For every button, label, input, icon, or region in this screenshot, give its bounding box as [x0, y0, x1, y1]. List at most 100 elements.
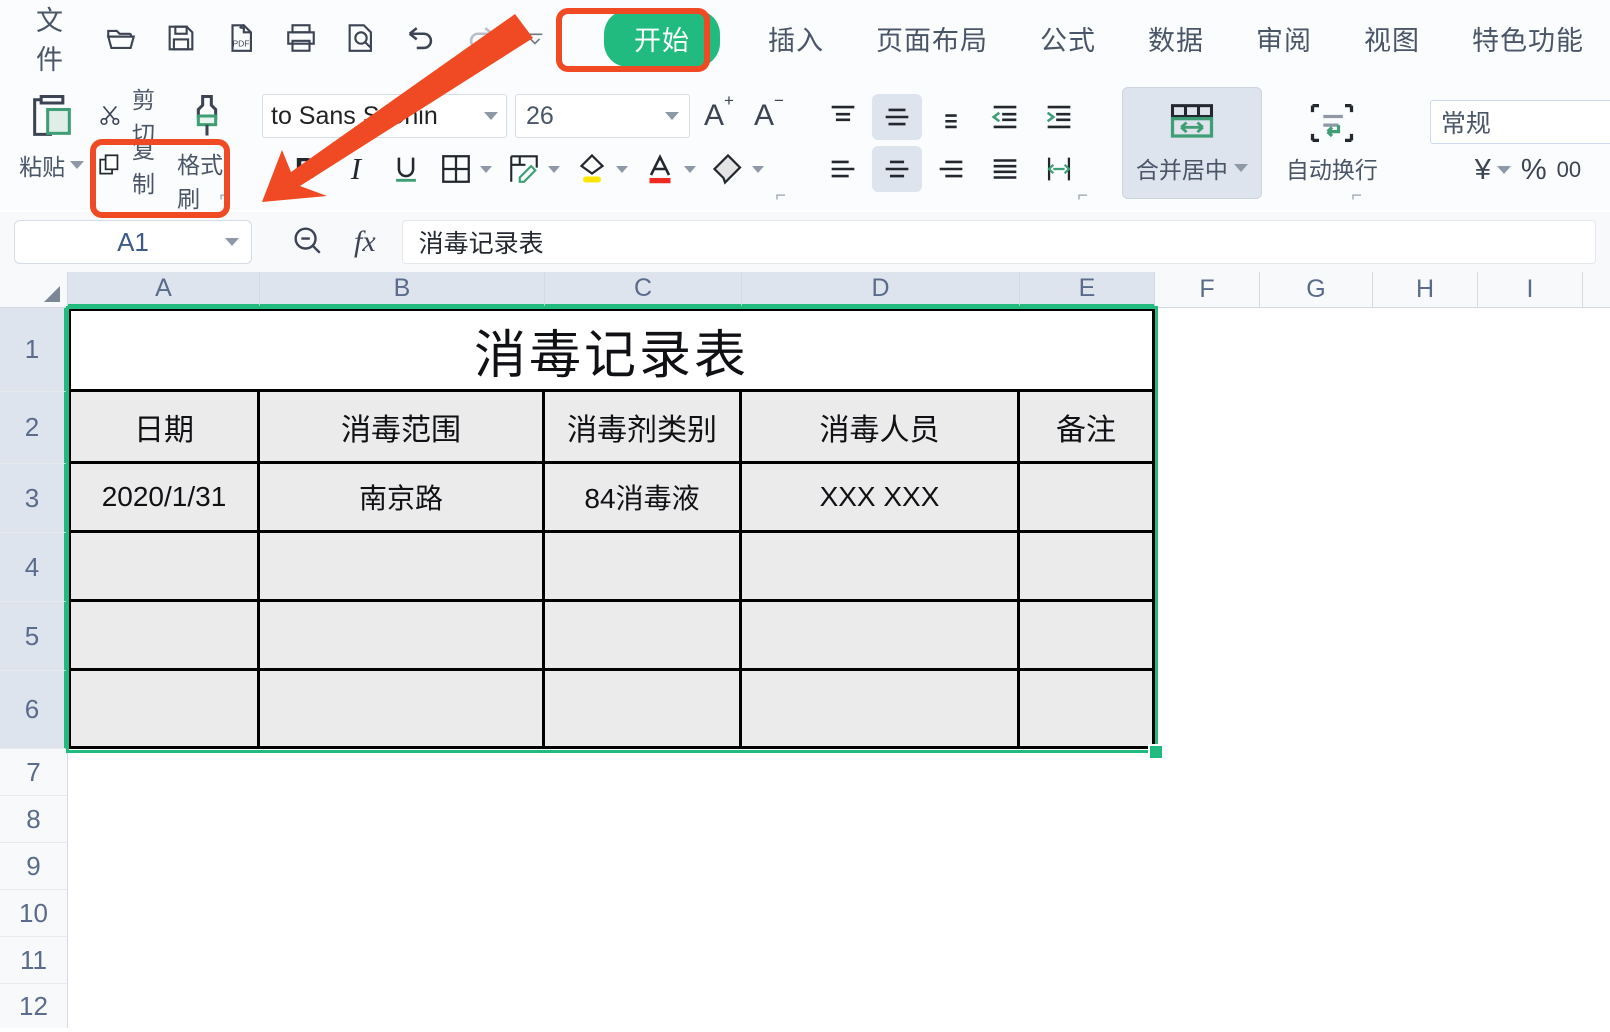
row-header-8[interactable]: 8 — [0, 796, 68, 843]
clipboard-dialog-launcher[interactable]: ⌐ — [219, 185, 230, 206]
row-header-2[interactable]: 2 — [0, 392, 68, 464]
file-menu-button[interactable]: 文件 — [36, 0, 64, 77]
clear-format-button[interactable] — [704, 146, 752, 192]
increase-font-size-button[interactable]: A+ — [698, 91, 740, 133]
cell-b2[interactable]: 消毒范围 — [260, 392, 545, 464]
cell-b3[interactable]: 南京路 — [260, 464, 545, 533]
font-color-chevron-down-icon[interactable] — [683, 165, 696, 173]
cell-style-button[interactable] — [500, 146, 548, 192]
bold-button[interactable]: B — [282, 146, 330, 192]
row-header-3[interactable]: 3 — [0, 464, 68, 533]
align-right-button[interactable] — [926, 146, 976, 192]
tab-page-layout[interactable]: 页面布局 — [850, 19, 1014, 58]
borders-button[interactable] — [432, 146, 480, 192]
cell-e5[interactable] — [1020, 602, 1155, 671]
merge-center-button[interactable]: 合并居中 — [1121, 87, 1262, 199]
column-header-c[interactable]: C — [545, 272, 742, 308]
cell-c6[interactable] — [545, 671, 742, 749]
paste-button[interactable]: 粘贴 — [14, 84, 89, 182]
column-header-a[interactable]: A — [68, 272, 260, 308]
font-dialog-launcher[interactable]: ⌐ — [775, 185, 786, 206]
tab-formulas[interactable]: 公式 — [1014, 19, 1122, 58]
cell-d5[interactable] — [742, 602, 1020, 671]
cell-b6[interactable] — [260, 671, 545, 749]
cell-e2[interactable]: 备注 — [1020, 392, 1155, 464]
chevron-down-icon[interactable] — [484, 112, 498, 120]
cell-c2[interactable]: 消毒剂类别 — [545, 392, 742, 464]
chevron-down-icon[interactable] — [70, 161, 85, 169]
cell-c3[interactable]: 84消毒液 — [545, 464, 742, 533]
insert-function-button[interactable]: fx — [354, 225, 376, 259]
row-header-5[interactable]: 5 — [0, 602, 68, 671]
font-color-button[interactable] — [636, 146, 684, 192]
zoom-out-icon[interactable] — [290, 223, 324, 262]
column-header-e[interactable]: E — [1020, 272, 1155, 308]
cell-b5[interactable] — [260, 602, 545, 671]
column-header-d[interactable]: D — [742, 272, 1020, 308]
tab-special-features[interactable]: 特色功能 — [1446, 19, 1610, 58]
align-middle-button[interactable] — [871, 94, 922, 140]
borders-chevron-down-icon[interactable] — [479, 165, 492, 173]
print-preview-icon[interactable] — [344, 21, 378, 55]
decrease-font-size-button[interactable]: A− — [748, 91, 790, 133]
select-all-corner[interactable] — [0, 272, 68, 308]
underline-button[interactable] — [382, 146, 430, 192]
italic-button[interactable]: I — [332, 146, 380, 192]
row-header-9[interactable]: 9 — [0, 843, 68, 890]
alignment-dialog-launcher[interactable]: ⌐ — [1077, 185, 1088, 206]
chevron-down-icon[interactable] — [665, 112, 679, 120]
cell-a4[interactable] — [68, 533, 260, 602]
row-header-7[interactable]: 7 — [0, 749, 68, 796]
percent-format-button[interactable]: % — [1521, 154, 1547, 187]
cell-a3[interactable]: 2020/1/31 — [68, 464, 260, 533]
chevron-down-icon[interactable] — [1496, 166, 1511, 174]
cell-c5[interactable] — [545, 602, 742, 671]
font-name-input[interactable]: to Sans S Chin — [262, 94, 507, 138]
column-header-i[interactable]: I — [1478, 272, 1583, 308]
column-header-h[interactable]: H — [1373, 272, 1478, 308]
cell-e4[interactable] — [1020, 533, 1155, 602]
align-top-button[interactable] — [818, 94, 868, 140]
cell-d4[interactable] — [742, 533, 1020, 602]
row-header-11[interactable]: 11 — [0, 937, 68, 984]
tab-review[interactable]: 审阅 — [1230, 19, 1338, 58]
currency-format-button[interactable]: ¥ — [1475, 154, 1511, 187]
print-icon[interactable] — [284, 21, 318, 55]
decrease-indent-button[interactable] — [980, 94, 1030, 140]
copy-button[interactable]: 复制 — [89, 137, 177, 197]
row-header-12[interactable]: 12 — [0, 984, 68, 1028]
align-justify-button[interactable] — [980, 146, 1030, 192]
customize-caret-icon[interactable] — [524, 27, 546, 49]
cell-d3[interactable]: XXX XXX — [742, 464, 1020, 533]
column-header-b[interactable]: B — [260, 272, 545, 308]
cell-e3[interactable] — [1020, 464, 1155, 533]
align-bottom-button[interactable] — [926, 94, 976, 140]
number-format-input[interactable]: 常规 — [1429, 99, 1610, 144]
align-left-button[interactable] — [818, 146, 868, 192]
tab-data[interactable]: 数据 — [1122, 19, 1230, 58]
cell-d2[interactable]: 消毒人员 — [742, 392, 1020, 464]
cell-a1-title[interactable]: 消毒记录表 — [68, 308, 1155, 392]
merge-dialog-launcher[interactable]: ⌐ — [1351, 185, 1362, 206]
fill-color-chevron-down-icon[interactable] — [615, 165, 628, 173]
formula-input[interactable]: 消毒记录表 — [401, 220, 1596, 264]
undo-icon[interactable] — [404, 21, 438, 55]
cell-a5[interactable] — [68, 602, 260, 671]
row-header-10[interactable]: 10 — [0, 890, 68, 937]
row-header-1[interactable]: 1 — [0, 308, 68, 392]
chevron-down-icon[interactable] — [1233, 164, 1248, 172]
wrap-text-button[interactable]: 自动换行 — [1272, 101, 1392, 185]
cell-a2[interactable]: 日期 — [68, 392, 260, 464]
cell-c4[interactable] — [545, 533, 742, 602]
name-box[interactable]: A1 — [14, 220, 252, 264]
font-size-input[interactable]: 26 — [515, 94, 690, 138]
row-header-6[interactable]: 6 — [0, 671, 68, 749]
column-header-g[interactable]: G — [1260, 272, 1373, 308]
cell-b4[interactable] — [260, 533, 545, 602]
increase-indent-button[interactable] — [1034, 94, 1084, 140]
chevron-down-icon[interactable] — [225, 238, 239, 246]
open-icon[interactable] — [104, 21, 138, 55]
column-header-f[interactable]: F — [1155, 272, 1260, 308]
column-header-j[interactable] — [1583, 272, 1610, 308]
export-pdf-icon[interactable]: PDF — [224, 21, 258, 55]
